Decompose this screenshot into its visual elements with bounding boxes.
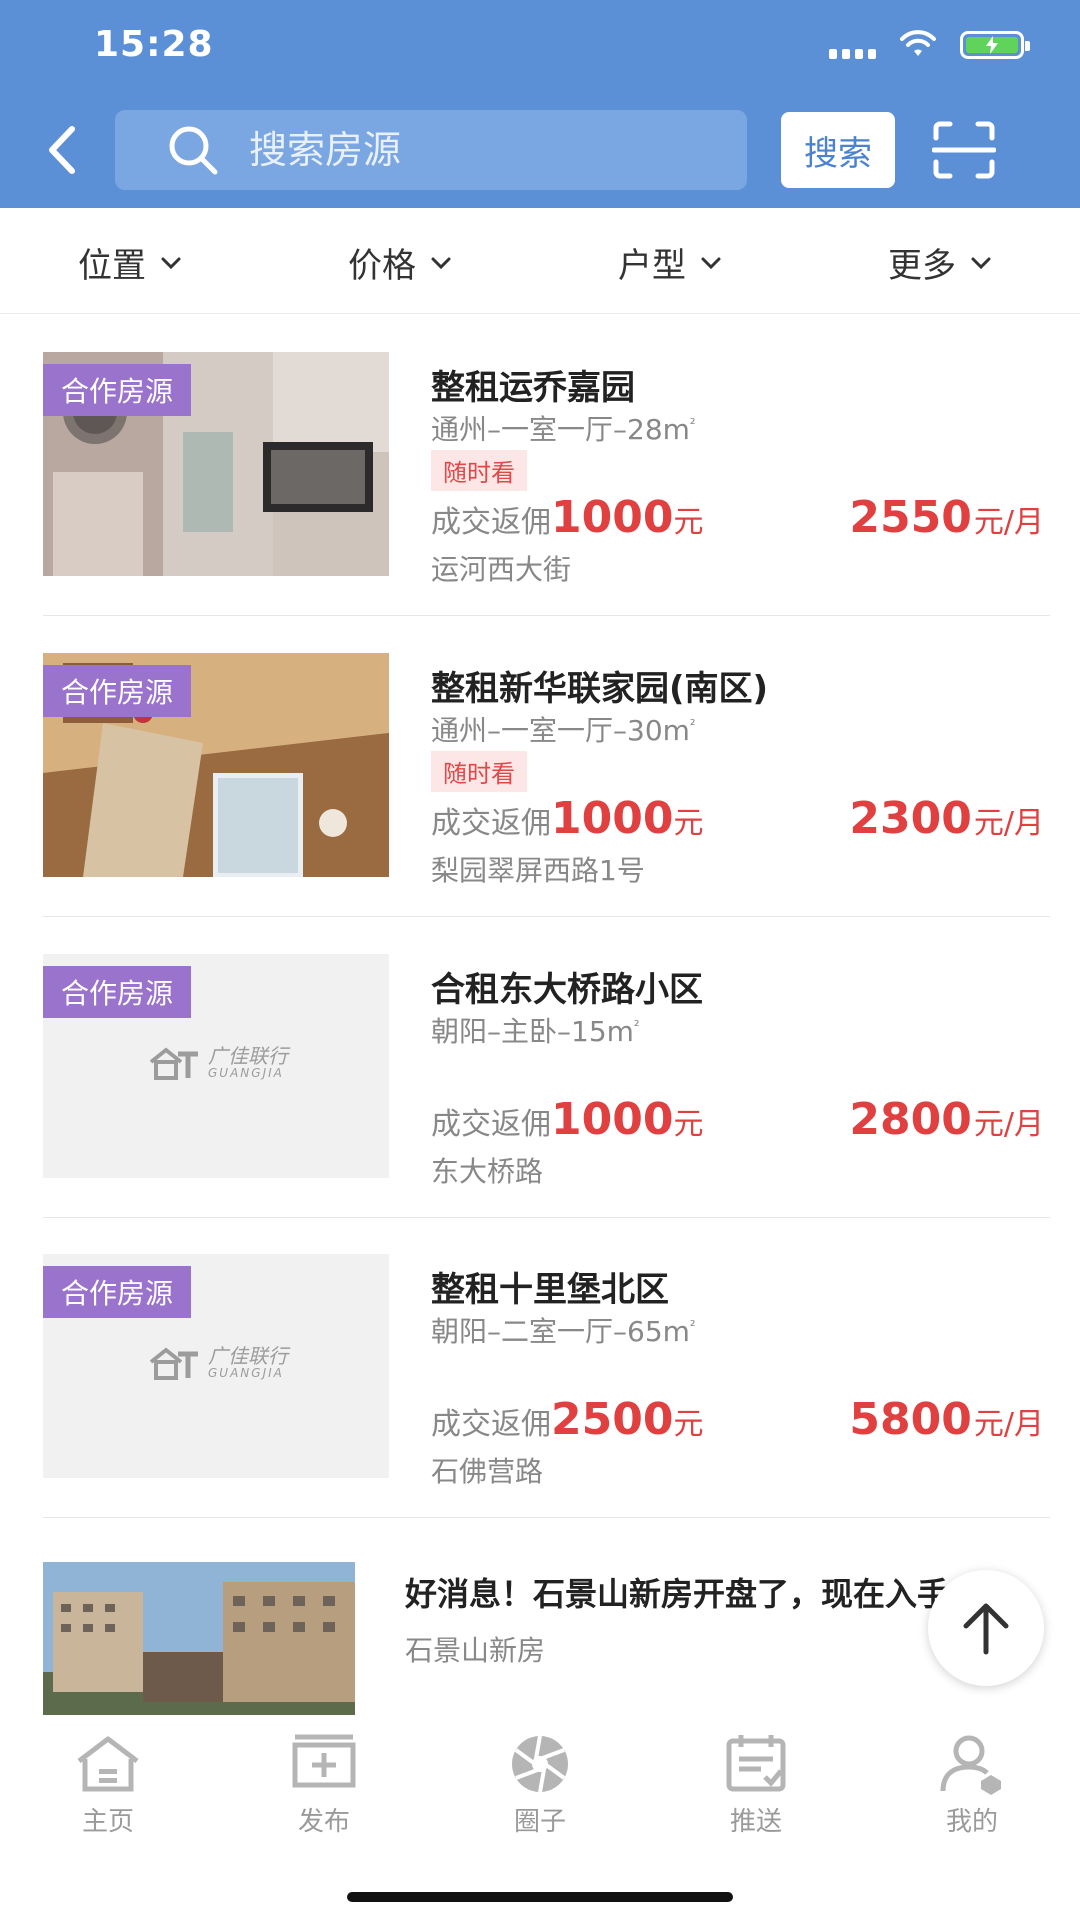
coop-tag: 合作房源 [43, 1266, 192, 1318]
back-to-top-button[interactable] [928, 1570, 1044, 1686]
coop-tag: 合作房源 [43, 665, 192, 717]
home-indicator [347, 1892, 733, 1902]
news-item[interactable]: 好消息！石景山新房开盘了，现在入手太 石景山新房 [0, 1517, 1080, 1730]
listing-price: 2300 元/月 [849, 793, 1044, 844]
listing-photo-placeholder: 广佳联行 GUANGJIA 合作房源 [43, 954, 389, 1178]
listing-street: 运河西大街 [431, 553, 572, 586]
listing-desc: 通州–一室一厅–30m² [431, 714, 696, 747]
view-anytime-tag: 随时看 [431, 751, 527, 792]
status-time: 15:28 [94, 24, 214, 65]
listing-street: 石佛营路 [431, 1455, 544, 1488]
listing-title: 合租东大桥路小区 [431, 970, 703, 1010]
listing-photo: 合作房源 [43, 352, 389, 576]
tab-home[interactable]: 主页 [48, 1733, 168, 1838]
filter-label: 位置 [78, 246, 146, 286]
listing-title: 整租新华联家园(南区) [431, 669, 769, 709]
filter-label: 户型 [618, 246, 686, 286]
news-photo [43, 1562, 355, 1730]
back-button[interactable] [32, 120, 92, 180]
listing-desc: 朝阳–二室一厅–65m² [431, 1315, 696, 1348]
chevron-down-icon [161, 257, 181, 269]
circle-aperture-icon [512, 1735, 568, 1793]
listing-desc: 朝阳–主卧–15m² [431, 1015, 640, 1048]
profile-icon [940, 1735, 1001, 1795]
scan-icon[interactable] [932, 120, 996, 180]
tab-profile[interactable]: 我的 [912, 1733, 1032, 1838]
rebate-info: 成交返佣 1000 元 [431, 1094, 704, 1145]
nav-row: 搜索 [0, 108, 1080, 194]
chevron-down-icon [701, 257, 721, 269]
search-button[interactable]: 搜索 [781, 112, 895, 188]
divider [43, 615, 1050, 616]
signal-icon [829, 31, 876, 59]
tab-publish[interactable]: 发布 [264, 1733, 384, 1838]
listing-photo-placeholder: 广佳联行 GUANGJIA 合作房源 [43, 1254, 389, 1478]
filter-label: 更多 [888, 246, 956, 286]
brand-logo: 广佳联行 GUANGJIA [148, 1346, 288, 1380]
listing-title: 整租运乔嘉园 [431, 368, 635, 408]
listing-item[interactable]: 广佳联行 GUANGJIA 合作房源 合租东大桥路小区 朝阳–主卧–15m² 成… [0, 918, 1080, 1218]
publish-icon [292, 1734, 356, 1788]
rebate-info: 成交返佣 1000 元 [431, 492, 704, 543]
listing-price: 5800 元/月 [849, 1394, 1044, 1445]
house-logo-icon [149, 1047, 198, 1080]
wifi-icon [900, 30, 936, 56]
listing-price: 2800 元/月 [849, 1094, 1044, 1145]
status-bar: 15:28 [0, 0, 1080, 96]
news-subtitle: 石景山新房 [405, 1634, 546, 1667]
chevron-left-icon [49, 126, 75, 174]
bottom-tabbar: 主页 发布 圈子 推送 我的 [0, 1715, 1080, 1920]
rebate-info: 成交返佣 1000 元 [431, 793, 704, 844]
listing-item[interactable]: 广佳联行 GUANGJIA 合作房源 整租十里堡北区 朝阳–二室一厅–65m² … [0, 1218, 1080, 1518]
listing-desc: 通州–一室一厅–28m² [431, 413, 696, 446]
push-icon [726, 1735, 786, 1792]
battery-charging-icon [960, 31, 1030, 59]
building-photo-image [43, 1562, 355, 1730]
coop-tag: 合作房源 [43, 364, 192, 416]
listing-street: 东大桥路 [431, 1155, 544, 1188]
chevron-down-icon [431, 257, 451, 269]
tab-circle[interactable]: 圈子 [480, 1733, 600, 1838]
listing-item[interactable]: 合作房源 整租新华联家园(南区) 通州–一室一厅–30m² 随时看 成交返佣 10… [0, 617, 1080, 917]
view-anytime-tag: 随时看 [431, 450, 527, 491]
filter-bar: 位置 价格 户型 更多 [0, 210, 1080, 314]
listing-item[interactable]: 合作房源 整租运乔嘉园 通州–一室一厅–28m² 随时看 成交返佣 1000 元 2… [0, 316, 1080, 616]
divider [43, 916, 1050, 917]
home-icon [77, 1736, 139, 1792]
rebate-info: 成交返佣 2500 元 [431, 1394, 704, 1445]
search-input[interactable] [249, 128, 709, 172]
filter-price[interactable]: 价格 [348, 238, 452, 287]
filter-label: 价格 [348, 246, 416, 286]
status-icons [829, 30, 1030, 60]
listing-photo: 合作房源 [43, 653, 389, 877]
listing-price: 2550 元/月 [849, 492, 1044, 543]
listing-title: 整租十里堡北区 [431, 1270, 669, 1310]
app-header: 15:28 搜索房源 搜索 [0, 0, 1080, 208]
listing-street: 梨园翠屏西路1号 [431, 854, 645, 887]
tab-push[interactable]: 推送 [696, 1733, 816, 1838]
coop-tag: 合作房源 [43, 966, 192, 1018]
filter-layout[interactable]: 户型 [618, 238, 722, 287]
search-box[interactable] [115, 110, 747, 190]
search-icon [169, 126, 218, 175]
arrow-up-icon [963, 1603, 1009, 1655]
brand-logo: 广佳联行 GUANGJIA [148, 1046, 288, 1080]
house-logo-icon [149, 1347, 198, 1380]
filter-more[interactable]: 更多 [888, 238, 992, 287]
chevron-down-icon [971, 257, 991, 269]
filter-location[interactable]: 位置 [78, 238, 182, 287]
